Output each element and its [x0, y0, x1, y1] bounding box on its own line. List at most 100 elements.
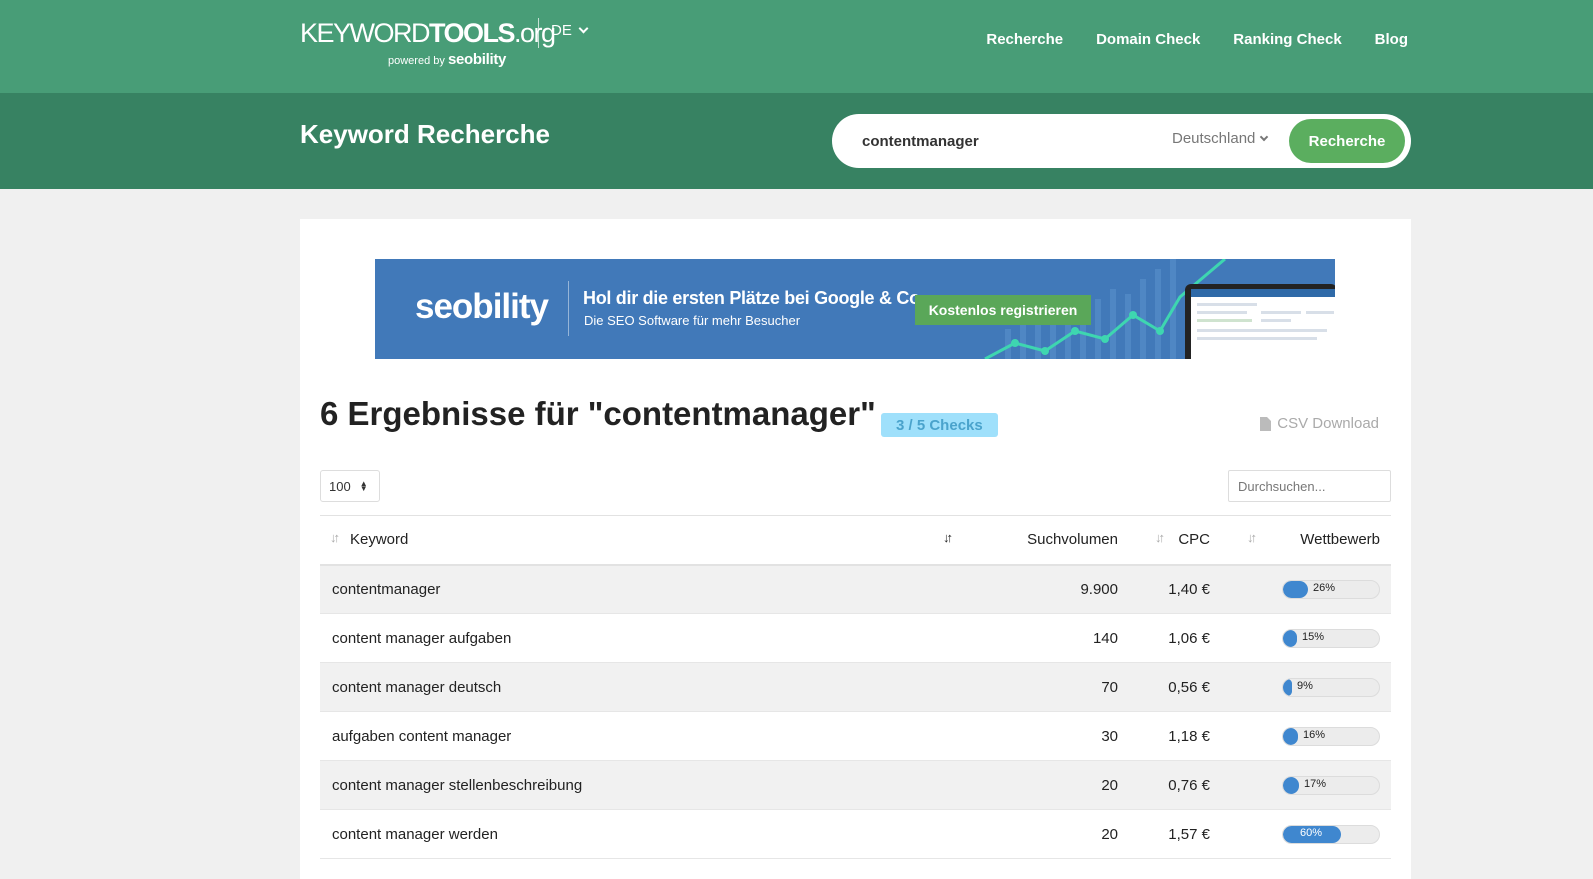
cpc-cell: 0,56 €	[1129, 662, 1221, 712]
csv-download-link[interactable]: CSV Download	[1260, 415, 1379, 432]
table-row[interactable]: content manager werden 20 1,57 € 60%	[320, 809, 1391, 859]
volume-cell: 70	[929, 662, 1129, 712]
language-selector[interactable]: DE	[551, 22, 589, 39]
competition-bar: 9%	[1282, 677, 1380, 697]
nav-blog[interactable]: Blog	[1375, 31, 1408, 48]
updown-arrows-icon: ▲ ▼	[359, 479, 368, 493]
sort-icon: ↓↑	[1247, 530, 1257, 545]
keyword-cell[interactable]: contentmanager	[320, 564, 929, 614]
competition-bar: 60%	[1282, 824, 1380, 844]
competition-bar: 17%	[1282, 775, 1380, 795]
page-length-value: 100	[329, 478, 351, 494]
volume-cell: 9.900	[929, 564, 1129, 614]
competition-cell: 15%	[1221, 613, 1391, 663]
language-label: DE	[551, 22, 572, 39]
table-filter-input[interactable]	[1228, 470, 1391, 502]
banner-subline: Die SEO Software für mehr Besucher	[584, 313, 801, 328]
country-label: Deutschland	[1172, 130, 1256, 147]
results-card: seobility Hol dir die ersten Plätze bei …	[300, 219, 1411, 879]
banner-divider	[568, 281, 569, 336]
column-label-competition: Wettbewerb	[1300, 531, 1380, 549]
laptop-screenshot-icon	[1185, 284, 1335, 359]
volume-cell: 20	[929, 760, 1129, 810]
competition-bar: 16%	[1282, 726, 1380, 746]
sort-icon: ↓↑	[330, 530, 340, 545]
competition-value: 16%	[1303, 728, 1326, 741]
volume-cell: 30	[929, 711, 1129, 761]
competition-cell: 16%	[1221, 711, 1391, 761]
column-label-keyword: Keyword	[350, 531, 409, 549]
competition-value: 17%	[1304, 777, 1327, 790]
keyword-results-table: ↓↑ Keyword ↓↑ Suchvolumen ↓↑ CPC ↓↑ Wett…	[320, 515, 1391, 859]
search-button[interactable]: Recherche	[1289, 119, 1405, 163]
competition-cell: 60%	[1221, 809, 1391, 859]
search-header: Keyword Recherche Deutschland Recherche	[0, 93, 1593, 189]
main-nav: Recherche Domain Check Ranking Check Blo…	[986, 31, 1408, 48]
table-row[interactable]: content manager aufgaben 140 1,06 € 15%	[320, 613, 1391, 663]
keywordtools-logo[interactable]: KEYWORDTOOLS.org powered by seobility	[300, 18, 556, 68]
competition-cell: 17%	[1221, 760, 1391, 810]
competition-value: 60%	[1300, 826, 1323, 839]
logo-wordmark: KEYWORDTOOLS.org	[300, 18, 556, 48]
table-row[interactable]: contentmanager 9.900 1,40 € 26%	[320, 564, 1391, 614]
search-form: Deutschland Recherche	[832, 114, 1411, 168]
competition-bar-fill	[1283, 727, 1298, 745]
chevron-down-icon	[1260, 132, 1269, 141]
banner-logo: seobility	[415, 287, 549, 326]
competition-value: 9%	[1297, 679, 1313, 692]
seobility-ad-banner[interactable]: seobility Hol dir die ersten Plätze bei …	[375, 259, 1335, 359]
cpc-cell: 1,40 €	[1129, 564, 1221, 614]
nav-ranking-check[interactable]: Ranking Check	[1233, 31, 1341, 48]
keyword-cell[interactable]: content manager aufgaben	[320, 613, 929, 663]
checks-badge: 3 / 5 Checks	[881, 413, 998, 437]
chevron-down-icon	[578, 23, 589, 34]
competition-bar-fill	[1283, 629, 1297, 647]
table-row[interactable]: content manager stellenbeschreibung 20 0…	[320, 760, 1391, 810]
competition-bar: 26%	[1282, 579, 1380, 599]
column-label-volume: Suchvolumen	[1027, 531, 1118, 549]
competition-bar-fill	[1283, 580, 1308, 598]
sort-desc-active-icon: ↓↑	[943, 530, 953, 545]
cpc-cell: 1,18 €	[1129, 711, 1221, 761]
top-header: KEYWORDTOOLS.org powered by seobility DE…	[0, 0, 1593, 93]
table-row[interactable]: aufgaben content manager 30 1,18 € 16%	[320, 711, 1391, 761]
cpc-cell: 1,06 €	[1129, 613, 1221, 663]
keyword-cell[interactable]: content manager werden	[320, 809, 929, 859]
competition-bar-fill	[1283, 678, 1292, 696]
csv-download-label: CSV Download	[1277, 415, 1379, 432]
competition-bar: 15%	[1282, 628, 1380, 648]
powered-by-label: powered by seobility	[388, 51, 507, 68]
column-header-volume[interactable]: ↓↑ Suchvolumen	[929, 515, 1129, 566]
keyword-cell[interactable]: content manager stellenbeschreibung	[320, 760, 929, 810]
banner-headline: Hol dir die ersten Plätze bei Google & C…	[583, 288, 920, 308]
country-select[interactable]: Deutschland	[1172, 130, 1269, 147]
keyword-cell[interactable]: aufgaben content manager	[320, 711, 929, 761]
column-header-keyword[interactable]: ↓↑ Keyword	[320, 515, 929, 566]
page-title: Keyword Recherche	[300, 119, 550, 149]
column-header-competition[interactable]: ↓↑ Wettbewerb	[1221, 515, 1391, 566]
logo-divider	[538, 18, 539, 48]
cpc-cell: 0,76 €	[1129, 760, 1221, 810]
table-body: contentmanager 9.900 1,40 € 26% content …	[320, 564, 1391, 859]
results-heading: 6 Ergebnisse für "contentmanager"	[320, 395, 876, 432]
keyword-cell[interactable]: content manager deutsch	[320, 662, 929, 712]
competition-bar-fill	[1283, 776, 1299, 794]
keyword-search-input[interactable]	[862, 126, 1122, 156]
sort-icon: ↓↑	[1155, 530, 1165, 545]
volume-cell: 20	[929, 809, 1129, 859]
competition-value: 15%	[1302, 630, 1325, 643]
nav-recherche[interactable]: Recherche	[986, 31, 1063, 48]
file-icon	[1260, 416, 1272, 431]
nav-domain-check[interactable]: Domain Check	[1096, 31, 1200, 48]
column-label-cpc: CPC	[1178, 531, 1210, 549]
competition-value: 26%	[1313, 581, 1336, 594]
column-header-cpc[interactable]: ↓↑ CPC	[1129, 515, 1221, 566]
table-header-row: ↓↑ Keyword ↓↑ Suchvolumen ↓↑ CPC ↓↑ Wett…	[320, 515, 1391, 566]
volume-cell: 140	[929, 613, 1129, 663]
cpc-cell: 1,57 €	[1129, 809, 1221, 859]
page-length-select[interactable]: 100 ▲ ▼	[320, 470, 380, 502]
competition-cell: 9%	[1221, 662, 1391, 712]
competition-cell: 26%	[1221, 564, 1391, 614]
table-row[interactable]: content manager deutsch 70 0,56 € 9%	[320, 662, 1391, 712]
banner-register-button[interactable]: Kostenlos registrieren	[915, 295, 1091, 325]
